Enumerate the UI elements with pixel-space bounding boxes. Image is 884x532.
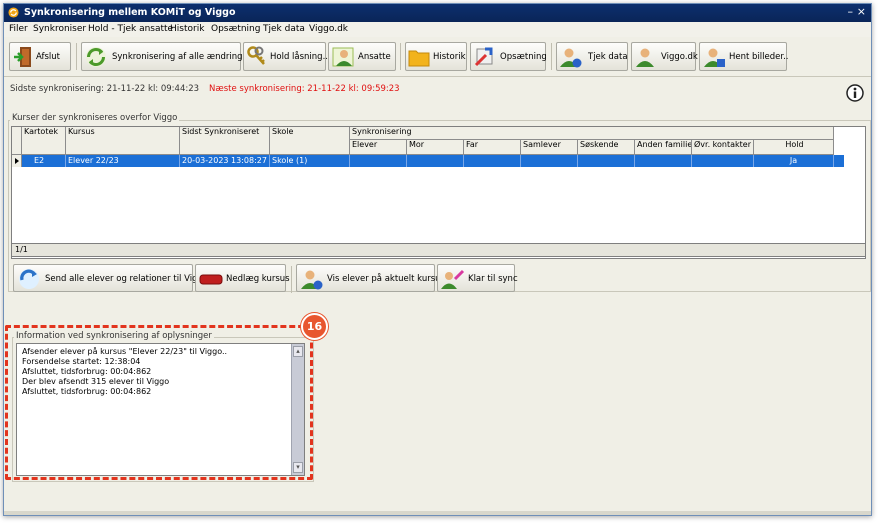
col-kursus[interactable]: Kursus [66, 127, 180, 155]
tjek-data-button[interactable]: Tjek data [556, 42, 628, 71]
courses-group-label: Kurser der synkroniseres overfor Viggo [10, 113, 180, 123]
toolbar-separator [400, 43, 401, 70]
nedlaeg-kursus-label: Nedlæg kursus [226, 274, 290, 284]
cell-anden-familie [635, 155, 692, 167]
row-indicator[interactable] [12, 155, 22, 167]
info-icon[interactable] [846, 84, 864, 102]
cell-elever [350, 155, 407, 167]
hent-billeder-button[interactable]: Hent billeder.. [699, 42, 789, 71]
send-all-button[interactable]: Send alle elever og relationer til Viggo [13, 264, 208, 292]
sync-all-label: Synkronisering af alle ændringer [112, 52, 252, 62]
col-skole[interactable]: Skole [270, 127, 350, 155]
menu-filer[interactable]: Filer [9, 24, 28, 34]
nedlaeg-kursus-button[interactable]: Nedlæg kursus [195, 264, 290, 292]
col-far[interactable]: Far [464, 140, 521, 155]
cell-mor [407, 155, 464, 167]
employees-icon [332, 47, 354, 67]
klar-til-sync-label: Klar til sync [468, 274, 518, 284]
vis-elever-label: Vis elever på aktuelt kursus [327, 274, 445, 284]
menu-opsaetning[interactable]: Opsætning [211, 24, 260, 34]
col-kartotek[interactable]: Kartotek [22, 127, 66, 155]
cell-far [464, 155, 521, 167]
col-samlever[interactable]: Samlever [521, 140, 578, 155]
window-title: Synkronisering mellem KOMiT og Viggo [24, 7, 236, 18]
viggo-dk-label: Viggo.dk [661, 52, 698, 62]
cell-samlever [521, 155, 578, 167]
col-group-synkronisering: Synkronisering [350, 127, 834, 140]
tjek-data-label: Tjek data [588, 52, 628, 62]
opsaetning-label: Opsætning [500, 52, 547, 62]
ansatte-label: Ansatte [358, 52, 391, 62]
next-sync-status: Næste synkronisering: 21-11-22 kl: 09:59… [209, 84, 400, 94]
menu-tjek-data[interactable]: Tjek data [263, 24, 305, 34]
send-all-label: Send alle elever og relationer til Viggo [45, 274, 209, 284]
courses-grid: Kartotek Kursus Sidst Synkroniseret Skol… [11, 126, 866, 259]
remove-bar-icon [199, 274, 223, 285]
cell-kartotek: E2 [22, 155, 66, 167]
cell-soeskende [578, 155, 635, 167]
grid-corner-icon[interactable] [12, 127, 22, 155]
col-elever[interactable]: Elever [350, 140, 407, 155]
folder-icon [408, 50, 430, 67]
hold-laasning-label: Hold låsning.. [270, 52, 328, 62]
menu-synkroniser[interactable]: Synkroniser [33, 24, 86, 34]
ansatte-button[interactable]: Ansatte [328, 42, 396, 71]
cell-sidst-synkroniseret: 20-03-2023 13:08:27 [180, 155, 270, 167]
sync-arrows-icon [86, 47, 106, 67]
klar-til-sync-button[interactable]: Klar til sync [437, 264, 518, 292]
user-picture-icon [704, 48, 725, 67]
menu-bar: Filer Synkroniser Hold - Tjek ansatte Hi… [4, 22, 871, 37]
user-check-icon [560, 48, 582, 68]
cell-oevr-kontakter [692, 155, 754, 167]
col-mor[interactable]: Mor [407, 140, 464, 155]
callout-highlight-frame [5, 325, 313, 480]
send-arrow-icon [19, 269, 39, 289]
viggo-dk-button[interactable]: Viggo.dk [631, 42, 698, 71]
col-hold[interactable]: Hold [754, 140, 834, 155]
action-separator [291, 266, 292, 293]
menu-hold-tjek-ansatte[interactable]: Hold - Tjek ansatte [88, 24, 173, 34]
user-info-icon [301, 270, 323, 290]
afslut-button[interactable]: Afslut [9, 42, 71, 71]
menu-viggo-dk[interactable]: Viggo.dk [309, 24, 348, 34]
cell-kursus: Elever 22/23 [66, 155, 180, 167]
col-soeskende[interactable]: Søskende [578, 140, 635, 155]
sync-all-button[interactable]: Synkronisering af alle ændringer [81, 42, 251, 71]
toolbar-separator [76, 43, 77, 70]
settings-tools-icon [474, 47, 493, 67]
row-pointer-icon [15, 158, 19, 164]
table-row[interactable]: E2 Elever 22/23 20-03-2023 13:08:27 Skol… [22, 155, 844, 167]
title-bar: Synkronisering mellem KOMiT og Viggo – × [4, 4, 871, 22]
afslut-label: Afslut [36, 52, 61, 62]
exit-door-icon [14, 47, 31, 67]
last-sync-status: Sidste synkronisering: 21-11-22 kl: 09:4… [10, 84, 200, 94]
hold-laasning-button[interactable]: Hold låsning.. [243, 42, 328, 71]
menu-historik[interactable]: Historik [170, 24, 204, 34]
callout-number-badge: 16 [301, 313, 328, 340]
cell-skole: Skole (1) [270, 155, 350, 167]
cell-hold: Ja [754, 155, 834, 167]
hent-billeder-label: Hent billeder.. [729, 52, 789, 62]
historik-button[interactable]: Historik [405, 42, 467, 71]
opsaetning-button[interactable]: Opsætning [470, 42, 547, 71]
col-sidst-synkroniseret[interactable]: Sidst Synkroniseret [180, 127, 270, 155]
grid-footer: 1/1 [11, 243, 866, 257]
vis-elever-button[interactable]: Vis elever på aktuelt kursus [296, 264, 445, 292]
window-bottom-edge [4, 511, 871, 515]
toolbar: Afslut Synkronisering af alle ændringer … [4, 38, 871, 77]
user-web-icon [636, 48, 654, 67]
sync-app-icon [8, 7, 19, 18]
col-anden-familie[interactable]: Anden familie [635, 140, 692, 155]
col-oevr-kontakter[interactable]: Øvr. kontakter [692, 140, 754, 155]
minimize-button[interactable]: – [848, 5, 854, 18]
keys-icon [247, 46, 265, 65]
historik-label: Historik [433, 52, 466, 62]
users-pen-icon [441, 269, 465, 289]
toolbar-separator [551, 43, 552, 70]
close-button[interactable]: × [857, 5, 866, 18]
